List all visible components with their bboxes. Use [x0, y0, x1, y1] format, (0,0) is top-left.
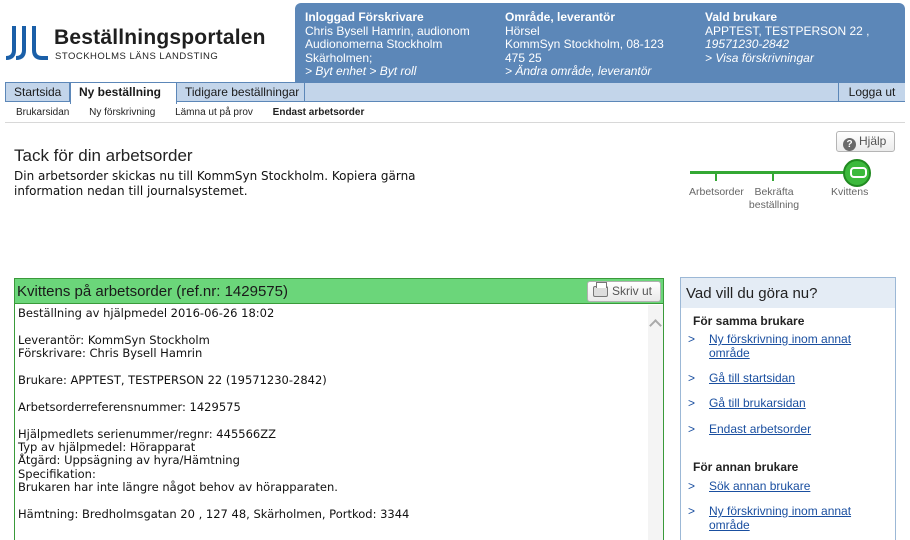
client-info: Vald brukare APPTEST, TESTPERSON 22 , 19…	[705, 10, 900, 66]
arrow-icon: >	[688, 504, 696, 518]
receipt-line: Förskrivare: Chris Bysell Hamrin	[18, 346, 203, 361]
link-ga-till-startsidan[interactable]: > Gå till startsidan	[688, 371, 888, 386]
receipt-title: Kvittens på arbetsorder (ref.nr: 1429575…	[17, 283, 288, 300]
prescriber-info: Inloggad Förskrivare Chris Bysell Hamrin…	[305, 10, 495, 79]
tab-tidigare-bestallningar[interactable]: Tidigare beställningar	[177, 83, 305, 102]
header: Beställningsportalen STOCKHOLMS LÄNS LAN…	[0, 0, 910, 82]
page-title: Tack för din arbetsorder	[14, 146, 193, 165]
progress-steps: Arbetsorder Bekräfta beställning Kvitten…	[686, 156, 886, 216]
client-name: APPTEST, TESTPERSON 22 ,	[705, 23, 870, 38]
logo-title: Beställningsportalen	[54, 26, 266, 49]
receipt-line	[18, 414, 647, 427]
receipt-line	[18, 361, 647, 374]
receipt-line: Åtgärd: Uppsägning av hyra/Hämtning	[18, 453, 240, 468]
receipt-line: Leverantör: KommSyn Stockholm	[18, 332, 210, 347]
other-client-heading: För annan brukare	[693, 460, 799, 474]
arrow-icon: >	[688, 396, 696, 410]
supplier-phone: 475 25	[505, 50, 542, 65]
link-sok-annan-brukare[interactable]: > Sök annan brukare	[688, 479, 888, 494]
subnav-lamna-ut-pa-prov[interactable]: Lämna ut på prov	[175, 107, 253, 118]
receipt-line	[18, 387, 647, 400]
link-ga-till-brukarsidan[interactable]: > Gå till brukarsidan	[688, 396, 888, 411]
change-area-link[interactable]: > Ändra område, leverantör	[505, 64, 695, 79]
help-label: Hjälp	[859, 134, 887, 148]
change-unit-role-link[interactable]: > Byt enhet > Byt roll	[305, 64, 495, 79]
area-info: Område, leverantör Hörsel KommSyn Stockh…	[505, 10, 695, 79]
area-heading: Område, leverantör	[505, 10, 616, 24]
prescriber-org: Audionomerna Stockholm	[305, 37, 443, 51]
arrow-icon: >	[688, 371, 696, 385]
step-label-kvittens: Kvittens	[831, 186, 869, 198]
step-done-icon	[843, 159, 871, 187]
logout-button[interactable]: Logga ut	[838, 83, 905, 102]
help-button[interactable]: ? Hjälp	[836, 131, 895, 152]
print-label: Skriv ut	[612, 284, 653, 298]
step-marker-2	[772, 171, 774, 181]
receipt-line: Specifikation:	[18, 466, 96, 481]
receipt-line: Arbetsorderreferensnummer: 1429575	[18, 399, 241, 414]
receipt-text[interactable]: Beställning av hjälpmedel 2016-06-26 18:…	[16, 305, 647, 540]
next-actions-heading: Vad vill du göra nu?	[681, 278, 895, 308]
arrow-icon: >	[688, 479, 696, 493]
logo[interactable]: Beställningsportalen STOCKHOLMS LÄNS LAN…	[4, 22, 274, 66]
receipt-line	[18, 494, 647, 507]
receipt-header: Kvittens på arbetsorder (ref.nr: 1429575…	[15, 279, 663, 304]
receipt-line: Brukare: APPTEST, TESTPERSON 22 (1957123…	[18, 372, 327, 387]
step-label-bekrafta: Bekräfta beställning	[748, 186, 800, 211]
scroll-up-icon[interactable]	[649, 319, 662, 332]
subnav-ny-forskrivning[interactable]: Ny förskrivning	[89, 107, 155, 118]
link-endast-arbetsorder[interactable]: > Endast arbetsorder	[688, 422, 888, 437]
subnav-brukarsidan[interactable]: Brukarsidan	[16, 107, 69, 118]
step-marker-1	[715, 171, 717, 181]
receipt-line: Beställning av hjälpmedel 2016-06-26 18:…	[18, 306, 275, 320]
link-ny-forskrivning-annat-omrade-2[interactable]: > Ny förskrivning inom annat område	[688, 504, 888, 532]
logo-subtitle: STOCKHOLMS LÄNS LANDSTING	[55, 51, 219, 62]
show-prescriptions-link[interactable]: > Visa förskrivningar	[705, 51, 900, 66]
area-name: Hörsel	[505, 23, 540, 38]
client-heading: Vald brukare	[705, 10, 778, 24]
sub-nav: Brukarsidan Ny förskrivning Lämna ut på …	[16, 107, 381, 118]
user-info-bar: Inloggad Förskrivare Chris Bysell Hamrin…	[295, 3, 905, 82]
arrow-icon: >	[688, 332, 696, 346]
tab-ny-bestallning[interactable]: Ny beställning	[70, 83, 177, 104]
subnav-endast-arbetsorder[interactable]: Endast arbetsorder	[273, 107, 365, 118]
sll-logo-icon	[5, 26, 48, 60]
supplier-name: KommSyn Stockholm, 08-123	[505, 37, 664, 51]
main-nav: Startsida Ny beställning Tidigare bestäl…	[5, 82, 905, 104]
receipt-line: Brukaren har inte längre något behov av …	[18, 480, 338, 495]
link-ny-forskrivning-annat-omrade[interactable]: > Ny förskrivning inom annat område	[688, 332, 888, 360]
receipt-line: Hjälpmedlets serienummer/regnr: 445566ZZ	[18, 426, 276, 441]
printer-icon	[593, 282, 608, 297]
question-icon: ?	[843, 138, 856, 151]
receipt-line: Hämtning: Bredholmsgatan 20 , 127 48, Sk…	[18, 506, 410, 521]
prescriber-org-2: Skärholmen;	[305, 50, 373, 65]
tab-startsida[interactable]: Startsida	[5, 83, 70, 102]
prescriber-heading: Inloggad Förskrivare	[305, 10, 424, 24]
step-label-arbetsorder: Arbetsorder	[689, 186, 744, 198]
receipt-scrollbar[interactable]	[648, 305, 663, 540]
next-actions-panel: Vad vill du göra nu? För samma brukare >…	[680, 277, 896, 540]
client-pnr: 19571230-2842	[705, 37, 790, 51]
same-client-heading: För samma brukare	[693, 314, 805, 328]
print-button[interactable]: Skriv ut	[587, 281, 661, 302]
arrow-icon: >	[688, 422, 696, 436]
receipt-panel: Kvittens på arbetsorder (ref.nr: 1429575…	[14, 278, 664, 540]
prescriber-name: Chris Bysell Hamrin, audionom	[305, 23, 470, 38]
receipt-line	[18, 320, 647, 333]
divider	[5, 122, 905, 123]
page-description: Din arbetsorder skickas nu till KommSyn …	[14, 169, 416, 198]
